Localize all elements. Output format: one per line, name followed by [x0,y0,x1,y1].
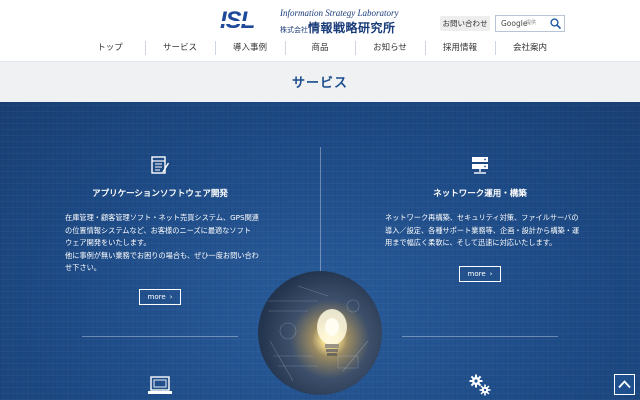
back-to-top-button[interactable] [614,374,635,395]
desc-line: 導入／設定、各種サポート業務等、企画・設計から構築・運 [385,225,580,235]
logo-swoosh [217,21,277,24]
desc-line: 他に事例が無い業務でお困りの場合も、ぜひ一度お問い合わ [65,250,259,260]
company-logo[interactable]: ISL Information Strategy Laboratory 株式会社… [217,8,399,35]
nav-item-services[interactable]: サービス [145,38,215,58]
search-input[interactable]: Google 提供 [495,15,565,32]
logo-company-name: 情報戦略研究所 [308,21,396,35]
nav-item-products[interactable]: 商品 [285,38,355,58]
gears-icon [469,374,491,396]
more-label: more [467,270,486,278]
nav-item-news[interactable]: お知らせ [355,38,425,58]
row-divider-right [402,336,558,337]
service-desc-app: 在庫管理・顧客管理ソフト・ネット売買システム、GPS関連 の位置情報システムなど… [65,212,265,275]
desc-line: ネットワーク再構築、セキュリティ対策、ファイルサーバの [385,213,579,222]
desc-line: 用まで幅広く柔軟に、そして迅速に対応いたします。 [385,238,557,247]
site-header: ISL Information Strategy Laboratory 株式会社… [0,0,640,61]
logo-japanese-name: 株式会社情報戦略研究所 [280,20,396,37]
desc-line: の位置情報システムなど、お客様のニーズに最適なソフト [65,225,251,235]
search-provided-label: 提供 [526,20,537,26]
contact-button[interactable]: お問い合わせ [440,16,490,31]
search-icon[interactable] [549,17,562,30]
service-desc-network: ネットワーク再構築、セキュリティ対策、ファイルサーバの 導入／設定、各種サポート… [385,212,585,250]
chevron-right-icon: › [169,293,173,301]
service-title-app[interactable]: アプリケーションソフトウェア開発 [80,187,240,199]
desc-line: せ下さい。 [65,263,101,272]
lightbulb-image [258,271,382,395]
search-google-label: Google [501,19,528,28]
page-title: サービス [291,76,348,91]
laptop-icon [148,376,172,394]
more-button-app[interactable]: more › [139,289,181,305]
desc-line: 在庫管理・顧客管理ソフト・ネット売買システム、GPS関連 [65,213,259,222]
desc-line: ウェア開発をいたします。 [65,238,151,247]
logo-english-name: Information Strategy Laboratory [280,8,399,18]
more-button-network[interactable]: more › [459,266,501,282]
chevron-right-icon: › [489,270,493,278]
main-nav: トップ サービス 導入事例 商品 お知らせ 採用情報 会社案内 [75,38,565,58]
nav-item-top[interactable]: トップ [75,38,145,58]
nav-item-case-studies[interactable]: 導入事例 [215,38,285,58]
server-icon [472,157,488,174]
nav-item-recruit[interactable]: 採用情報 [425,38,495,58]
document-icon [151,156,170,174]
chevron-up-icon [618,380,631,389]
lightbulb-illustration [268,285,369,382]
page-title-band: サービス [0,61,640,102]
row-divider-left [82,336,238,337]
logo-kabushiki: 株式会社 [280,26,308,34]
nav-item-company[interactable]: 会社案内 [495,38,565,58]
services-section: アプリケーションソフトウェア開発 在庫管理・顧客管理ソフト・ネット売買システム、… [0,102,640,400]
service-title-network[interactable]: ネットワーク運用・構築 [400,187,560,199]
more-label: more [147,293,166,301]
